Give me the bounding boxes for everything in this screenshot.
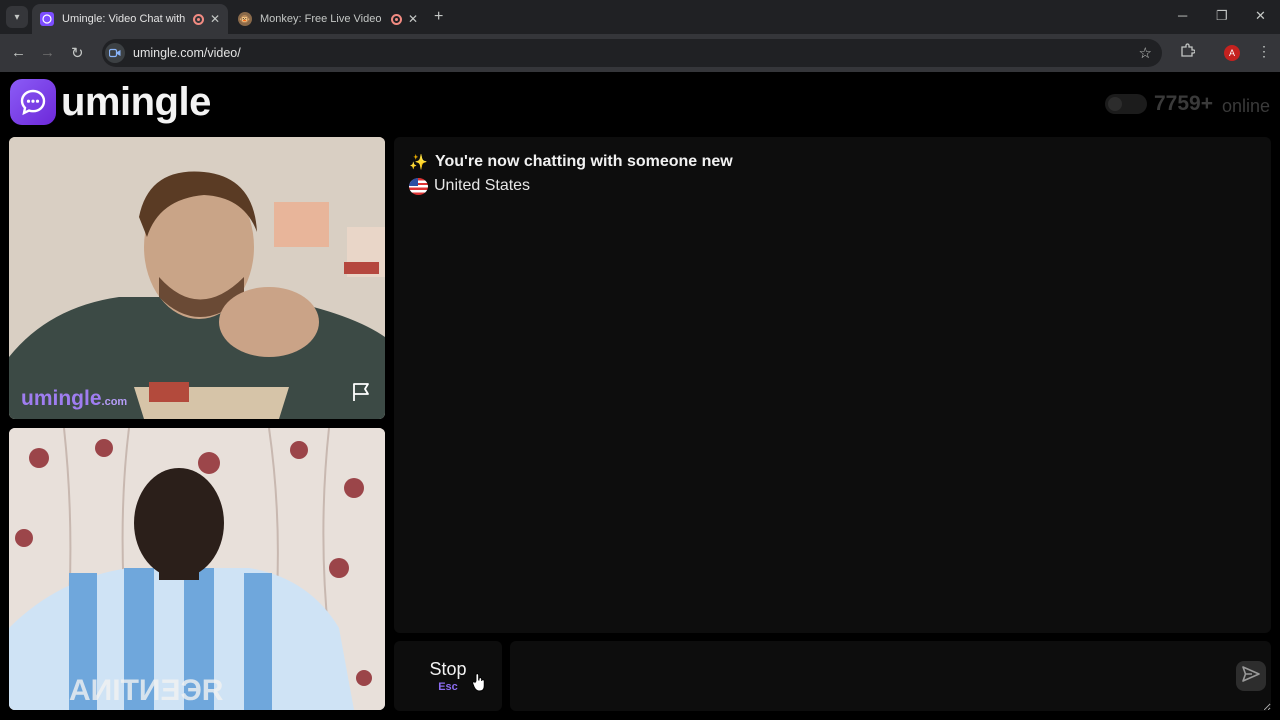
watermark-text: umingle — [21, 387, 102, 410]
back-arrow-icon[interactable]: ← — [11, 44, 26, 61]
monkey-favicon-icon: 🐵 — [238, 12, 252, 26]
tab-title: Monkey: Free Live Video Ch — [260, 13, 385, 25]
partner-country: United States — [409, 177, 530, 195]
forward-arrow-icon[interactable]: → — [40, 44, 55, 61]
tab-search-chevron-icon[interactable]: ▾ — [6, 6, 28, 28]
tab-close-icon[interactable]: ✕ — [408, 12, 418, 26]
bookmark-star-icon[interactable]: ☆ — [1139, 44, 1152, 62]
send-button[interactable] — [1236, 661, 1266, 691]
tab-title: Umingle: Video Chat with St — [62, 13, 187, 25]
message-input[interactable] — [510, 641, 1271, 711]
address-bar[interactable]: umingle.com/video/ ☆ — [102, 39, 1162, 67]
recording-icon — [192, 13, 204, 25]
stop-shortcut-hint: Esc — [438, 681, 458, 693]
minimize-button[interactable]: ─ — [1178, 8, 1187, 23]
new-tab-button[interactable]: + — [434, 8, 443, 26]
local-video-frame: AИITИƎЭR — [9, 428, 385, 710]
system-message: ✨ You're now chatting with someone new — [409, 153, 733, 171]
online-count: 7759+ — [1154, 92, 1213, 115]
restore-button[interactable]: ❐ — [1216, 8, 1228, 24]
svg-text:AИITИƎЭR: AИITИƎЭR — [69, 674, 224, 707]
video-camera-icon[interactable] — [105, 43, 125, 63]
site-logo-text[interactable]: umingle — [61, 80, 211, 125]
tab-umingle[interactable]: Umingle: Video Chat with St ✕ — [32, 4, 228, 34]
report-flag-icon[interactable] — [351, 382, 373, 407]
extensions-puzzle-icon[interactable] — [1180, 43, 1196, 61]
close-window-button[interactable]: ✕ — [1255, 8, 1266, 24]
chat-log: ✨ You're now chatting with someone new U… — [394, 137, 1271, 633]
stop-button-label: Stop — [429, 659, 467, 679]
sparkles-icon: ✨ — [409, 154, 428, 171]
recording-icon — [390, 13, 402, 25]
online-status-toggle[interactable] — [1105, 94, 1147, 114]
country-text: United States — [434, 177, 531, 194]
tab-monkey[interactable]: 🐵 Monkey: Free Live Video Ch ✕ — [230, 4, 426, 34]
local-video: AИITИƎЭR — [9, 428, 385, 710]
us-flag-icon — [409, 177, 428, 195]
mouse-pointer-icon — [472, 672, 486, 696]
profile-avatar[interactable]: A — [1224, 45, 1240, 61]
url-text: umingle.com/video/ — [133, 46, 241, 60]
browser-tab-bar: ▾ Umingle: Video Chat with St ✕ 🐵 Monkey… — [0, 0, 1280, 34]
remote-video-frame — [9, 137, 385, 419]
umingle-logo-icon[interactable] — [10, 79, 56, 125]
tab-close-icon[interactable]: ✕ — [210, 12, 220, 26]
remote-video: umingle.com — [9, 137, 385, 419]
watermark-suffix: .com — [101, 396, 128, 408]
umingle-watermark: umingle.com — [21, 387, 127, 411]
online-label: online — [1222, 96, 1271, 116]
browser-toolbar: ← → ↻ umingle.com/video/ ☆ ⋮ — [0, 34, 1280, 72]
chrome-menu-icon[interactable]: ⋮ — [1257, 43, 1271, 60]
chat-status-text: You're now chatting with someone new — [435, 153, 733, 170]
umingle-favicon-icon — [40, 12, 54, 26]
reload-icon[interactable]: ↻ — [71, 44, 84, 62]
send-arrow-icon — [1242, 665, 1260, 687]
